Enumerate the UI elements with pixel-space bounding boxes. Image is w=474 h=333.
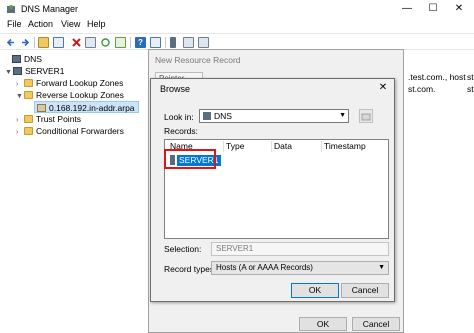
menu-view[interactable]: View [61,19,80,29]
record-data-text: st.com. [408,84,436,94]
expand-arrow-icon[interactable]: › [16,127,24,139]
cancel-button[interactable]: Cancel [352,317,400,331]
up-folder-icon [361,113,371,121]
dns-manager-icon [6,4,16,14]
tree-node-server1[interactable]: ▼ SERVER1 [5,65,65,77]
menu-bar: File Action View Help [0,18,474,32]
chevron-down-icon: ▼ [339,112,346,119]
column-separator [321,141,322,152]
selection-label: Selection: [164,244,202,254]
dialog-title: New Resource Record [155,55,241,65]
menu-help[interactable]: Help [87,19,106,29]
menu-file[interactable]: File [7,19,22,29]
up-one-level-button[interactable] [359,109,373,123]
folder-icon [24,127,33,135]
tree-node-dns[interactable]: DNS [4,53,42,65]
column-header-data[interactable]: Data [274,141,292,151]
collapse-arrow-icon[interactable]: ▼ [16,91,24,103]
tree-node-trust-points[interactable]: › Trust Points [16,113,81,125]
record-data-text: st [467,72,474,82]
delete-icon[interactable] [71,37,82,48]
console-tree-icon[interactable] [53,37,64,48]
collapse-arrow-icon[interactable]: ▼ [5,67,13,79]
column-separator [223,141,224,152]
show-pane-icon[interactable] [150,37,161,48]
back-icon[interactable] [6,37,17,48]
record-types-dropdown[interactable]: Hosts (A or AAAA Records) ▼ [211,261,389,275]
list-icon[interactable] [183,37,194,48]
toolbar-separator [130,37,131,48]
dialog-title: Browse [160,84,191,94]
forward-icon[interactable] [20,37,31,48]
column-header-timestamp[interactable]: Timestamp [324,141,366,151]
toolbar-separator [165,37,166,48]
tree-node-reverse-zone[interactable]: 0.168.192.in-addr.arpa [34,101,139,113]
server-icon[interactable] [170,37,176,48]
details-icon[interactable] [198,37,209,48]
folder-icon [24,79,33,87]
folder-icon[interactable] [38,37,49,48]
toolbar: ? [0,33,474,50]
highlight-box [164,149,216,169]
properties-icon[interactable] [85,37,96,48]
window-title: DNS Manager [21,4,79,14]
tree-node-reverse-zones[interactable]: ▼ Reverse Lookup Zones [16,89,124,101]
ok-button[interactable]: OK [291,283,339,298]
records-label: Records: [164,126,199,136]
refresh-icon[interactable] [100,37,111,48]
dns-icon [203,112,211,120]
export-list-icon[interactable] [115,37,126,48]
folder-icon [24,91,33,99]
tree-node-conditional-forwarders[interactable]: › Conditional Forwarders [16,125,124,137]
maximize-button[interactable]: ☐ [420,0,446,18]
record-types-label: Record types: [164,264,217,274]
zone-icon [37,104,46,112]
selection-field: SERVER1 [211,242,389,256]
ok-button[interactable]: OK [299,317,347,331]
tree-node-forward-zones[interactable]: › Forward Lookup Zones [16,77,123,89]
menu-action[interactable]: Action [28,19,53,29]
title-bar: DNS Manager — ☐ ✕ [0,0,474,18]
browse-dialog: Browse ✕ Look in: DNS ▼ Records: Name Ty… [150,78,395,302]
console-tree: DNS ▼ SERVER1 › Forward Lookup Zones ▼ Reve… [0,51,148,333]
look-in-label: Look in: [164,112,194,122]
dns-icon [12,55,21,63]
cancel-button[interactable]: Cancel [341,283,389,298]
help-icon[interactable]: ? [135,37,146,48]
column-separator [271,141,272,152]
record-data-text: st [467,84,474,94]
look-in-dropdown[interactable]: DNS ▼ [199,109,349,123]
close-window-button[interactable]: ✕ [446,0,472,18]
folder-icon [24,115,33,123]
column-header-type[interactable]: Type [226,141,244,151]
toolbar-separator [34,37,35,48]
close-icon[interactable]: ✕ [376,82,390,93]
chevron-down-icon: ▼ [378,264,385,271]
server-icon [13,67,22,75]
minimize-button[interactable]: — [394,0,420,18]
record-data-text: .test.com., host [408,72,466,82]
